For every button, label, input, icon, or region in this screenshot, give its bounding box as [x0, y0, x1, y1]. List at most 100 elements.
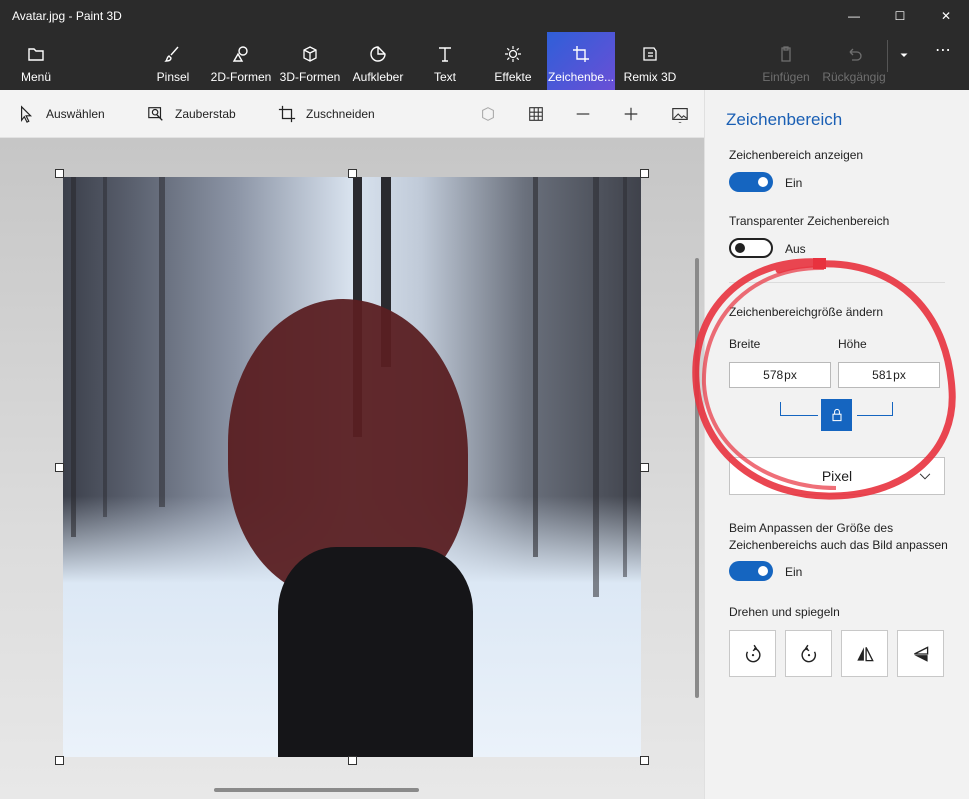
- magic-select-button[interactable]: Zauberstab: [147, 90, 236, 138]
- canvas-viewport[interactable]: [0, 138, 704, 799]
- chevron-down-icon: [900, 53, 908, 57]
- tab-canvas[interactable]: Zeichenbe...: [547, 32, 615, 90]
- text-icon: [439, 47, 451, 62]
- transparent-canvas-state: Aus: [785, 242, 806, 256]
- width-label: Breite: [729, 337, 761, 351]
- zoom-in-button[interactable]: [617, 100, 645, 128]
- 3d-view-icon: [482, 107, 494, 121]
- canvas-image[interactable]: [63, 177, 641, 757]
- image-icon: [672, 108, 688, 123]
- tab-3d-shapes[interactable]: 3D-Formen: [277, 32, 343, 90]
- resize-image-toggle[interactable]: [729, 561, 773, 581]
- tab-remix-3d-label: Remix 3D: [623, 70, 677, 84]
- magic-select-label: Zauberstab: [175, 107, 236, 121]
- crop-label: Zuschneiden: [306, 107, 375, 121]
- resize-handle-top[interactable]: [348, 169, 357, 178]
- unit-select[interactable]: Pixel: [729, 457, 945, 495]
- rotate-left-button[interactable]: [729, 630, 776, 677]
- show-canvas-label: Zeichenbereich anzeigen: [729, 148, 864, 162]
- tab-brushes[interactable]: Pinsel: [148, 32, 198, 90]
- resize-handle-top-right[interactable]: [640, 169, 649, 178]
- menu-label: Menü: [20, 70, 52, 84]
- lock-bracket-right: [857, 402, 893, 416]
- title-bar: Avatar.jpg - Paint 3D — ☐ ✕: [0, 0, 969, 32]
- clipboard-icon: [781, 46, 791, 62]
- resize-handle-top-left[interactable]: [55, 169, 64, 178]
- flip-vertical-button[interactable]: [897, 630, 944, 677]
- grid-button[interactable]: [522, 100, 550, 128]
- undo-icon: [849, 48, 862, 61]
- resize-image-state: Ein: [785, 565, 803, 579]
- canvas-icon: [573, 46, 589, 62]
- tab-stickers[interactable]: Aufkleber: [348, 32, 408, 90]
- tab-remix-3d[interactable]: Remix 3D: [620, 32, 680, 90]
- ribbon-separator: [887, 40, 888, 72]
- tab-2d-shapes[interactable]: 2D-Formen: [207, 32, 275, 90]
- horizontal-scrollbar[interactable]: [214, 788, 419, 792]
- sun-icon: [505, 46, 521, 62]
- 2d-shapes-icon: [232, 46, 248, 62]
- undo-button[interactable]: Rückgängig: [820, 32, 888, 90]
- 3d-view-button[interactable]: [474, 100, 502, 128]
- resize-handle-bottom-right[interactable]: [640, 756, 649, 765]
- tab-effects[interactable]: Effekte: [487, 32, 539, 90]
- paste-label: Einfügen: [762, 70, 810, 84]
- tab-stickers-label: Aufkleber: [352, 70, 404, 84]
- figure-body: [278, 547, 473, 757]
- crop-button[interactable]: Zuschneiden: [278, 90, 375, 138]
- remix-icon: [643, 47, 657, 61]
- height-value: 581: [872, 368, 893, 382]
- transparent-canvas-toggle[interactable]: [729, 238, 773, 258]
- minus-icon: [576, 113, 590, 115]
- flip-horizontal-button[interactable]: [841, 630, 888, 677]
- canvas-side-panel: Zeichenbereich Zeichenbereich anzeigen E…: [704, 90, 969, 799]
- close-button[interactable]: ✕: [923, 0, 969, 32]
- tab-text-label: Text: [433, 70, 456, 84]
- tab-effects-label: Effekte: [494, 70, 532, 84]
- resize-canvas-label: Zeichenbereichgröße ändern: [729, 305, 884, 319]
- vertical-scrollbar[interactable]: [695, 258, 699, 698]
- resize-image-label: Beim Anpassen der Größe des Zeichenberei…: [729, 521, 948, 552]
- lock-aspect-ratio-button[interactable]: [821, 399, 852, 431]
- folder-icon: [28, 48, 44, 61]
- cube-icon: [303, 46, 317, 62]
- window-title: Avatar.jpg - Paint 3D: [12, 9, 122, 23]
- history-dropdown[interactable]: [892, 32, 916, 90]
- maximize-button[interactable]: ☐: [877, 0, 923, 32]
- menu-button[interactable]: Menü: [8, 32, 64, 90]
- height-field[interactable]: 581 px: [838, 362, 940, 388]
- zoom-out-button[interactable]: [569, 100, 597, 128]
- lock-bracket-left: [780, 402, 818, 416]
- width-field[interactable]: 578 px: [729, 362, 831, 388]
- canvas-toolbar: Auswählen Zauberstab Zuschneiden: [0, 90, 704, 138]
- lock-icon: [831, 408, 842, 422]
- width-unit: px: [784, 368, 797, 382]
- paste-button[interactable]: Einfügen: [758, 32, 814, 90]
- minimize-button[interactable]: —: [831, 0, 877, 32]
- brush-icon: [164, 46, 179, 62]
- cursor-icon: [21, 105, 33, 123]
- height-unit: px: [893, 368, 906, 382]
- chevron-down-icon: [919, 473, 931, 480]
- show-canvas-toggle[interactable]: [729, 172, 773, 192]
- panel-title: Zeichenbereich: [726, 110, 843, 129]
- unit-select-value: Pixel: [821, 468, 853, 484]
- select-button[interactable]: Auswählen: [18, 90, 105, 138]
- show-canvas-state: Ein: [785, 176, 803, 190]
- title-and-ribbon: Avatar.jpg - Paint 3D — ☐ ✕ Menü Pinsel …: [0, 0, 969, 90]
- panel-divider: [729, 282, 945, 283]
- tab-text[interactable]: Text: [425, 32, 465, 90]
- width-value: 578: [763, 368, 784, 382]
- tab-3d-shapes-label: 3D-Formen: [279, 70, 341, 84]
- select-label: Auswählen: [46, 107, 105, 121]
- resize-handle-left[interactable]: [55, 463, 64, 472]
- rotate-right-button[interactable]: [785, 630, 832, 677]
- resize-handle-bottom[interactable]: [348, 756, 357, 765]
- grid-icon: [529, 107, 543, 121]
- more-button[interactable]: ⋯: [928, 32, 958, 90]
- resize-handle-bottom-left[interactable]: [55, 756, 64, 765]
- undo-label: Rückgängig: [822, 70, 886, 84]
- resize-handle-right[interactable]: [640, 463, 649, 472]
- transparent-canvas-label: Transparenter Zeichenbereich: [729, 214, 890, 228]
- view-options-button[interactable]: [666, 100, 694, 128]
